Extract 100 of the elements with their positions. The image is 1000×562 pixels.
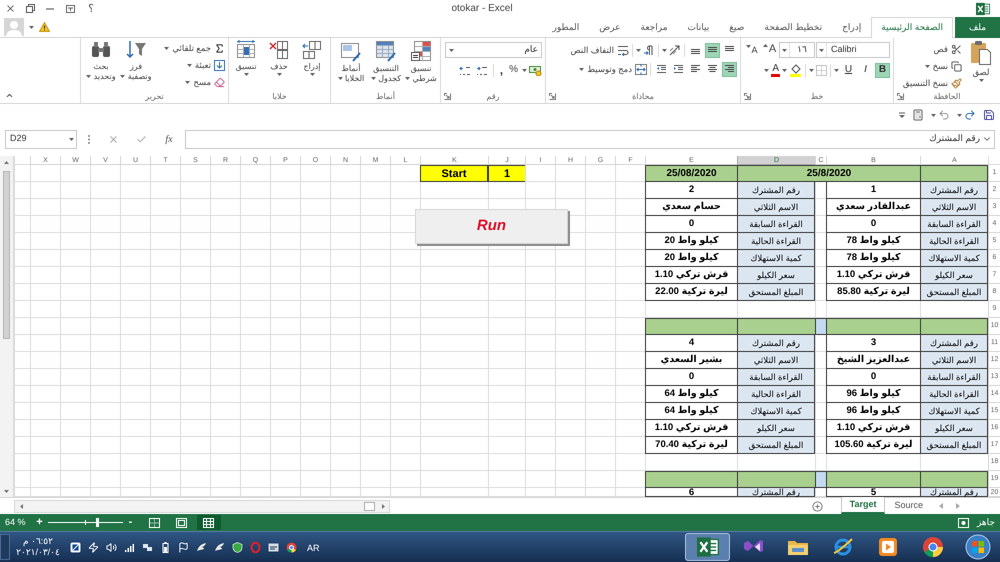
ribbon-tab[interactable]: المطور (542, 17, 590, 38)
decrease-decimal-icon (458, 64, 471, 76)
drag-handle-icon[interactable] (88, 134, 90, 144)
label-cell: القراءة السابقة (920, 369, 988, 386)
triangle-left-icon (20, 504, 22, 508)
sheet-tab[interactable]: Source (885, 497, 932, 514)
scrollbar-thumb[interactable] (3, 171, 10, 339)
run-button[interactable]: Run (415, 209, 568, 244)
text-direction-button[interactable] (636, 44, 655, 56)
caret-icon (68, 138, 74, 140)
slider-thumb[interactable] (96, 518, 100, 527)
formula-field[interactable]: رقم المشترك (185, 130, 995, 148)
ribbon-display-icon (66, 4, 74, 12)
merge-center-button[interactable]: دمج وتوسيط (579, 64, 647, 74)
grow-font-button[interactable]: A (761, 42, 778, 58)
ribbon-tab[interactable]: إدراج (832, 17, 872, 38)
warning-icon[interactable] (39, 22, 50, 32)
group-label: خط (810, 92, 824, 102)
percent-button[interactable]: % (508, 65, 519, 75)
number-format-field[interactable]: عام (445, 42, 542, 58)
caret-icon[interactable] (29, 26, 34, 28)
sheet-tab[interactable]: Target (840, 497, 886, 514)
insert-function-button[interactable]: fx (157, 130, 181, 148)
align-middle-button[interactable] (705, 42, 720, 58)
file-tab[interactable]: ملف (955, 17, 1000, 38)
name-box[interactable]: D29 (5, 130, 77, 148)
triangle-left-icon (938, 503, 942, 509)
caret-icon (448, 48, 454, 52)
header-cell (920, 471, 988, 488)
ribbon-tab[interactable]: مراجعة (630, 17, 678, 38)
sigma-icon (214, 42, 225, 54)
zoom-slider[interactable] (48, 518, 123, 527)
align-center-icon (707, 64, 718, 74)
find-select-button[interactable]: بحث وتحديد (85, 40, 117, 82)
ribbon-tab[interactable]: صيغ (719, 17, 754, 38)
help-button[interactable]: ؟ (80, 0, 102, 17)
tile-icon (70, 542, 81, 552)
align-left-icon (690, 64, 701, 74)
insert-button[interactable]: إدراج (297, 40, 327, 76)
ribbon-tab[interactable]: عرض (589, 17, 631, 38)
banknote-icon (529, 64, 542, 76)
copy-button[interactable]: نسخ (902, 58, 962, 74)
autosum-button[interactable]: جمع تلقائي (155, 40, 225, 56)
underline-button[interactable]: U (841, 62, 856, 78)
zoom-level: 64 % (5, 517, 26, 528)
cut-button[interactable]: قص (902, 41, 962, 57)
caret-icon (636, 48, 641, 52)
cell-styles-button[interactable]: أنماط الخلايا (335, 40, 367, 84)
zoom-out-button[interactable]: - (124, 517, 137, 528)
format-as-table-button[interactable]: التنسيق كجدول (370, 40, 402, 84)
shrink-font-button[interactable]: A (743, 42, 760, 58)
normal-view-button[interactable] (196, 515, 221, 530)
borders-button[interactable] (809, 64, 827, 76)
scrollbar-thumb[interactable] (364, 502, 375, 510)
ribbon-tab[interactable]: بيانات (678, 17, 720, 38)
comma-button[interactable]: , (498, 65, 506, 75)
triangle-right-icon (382, 504, 384, 508)
clear-button[interactable]: مسح (155, 74, 225, 90)
label-cell: القراءة الحالية (920, 386, 988, 403)
wrap-text-button[interactable]: التفاف النص (570, 44, 629, 56)
value-cell: 0 (645, 369, 737, 386)
bold-button[interactable]: B (875, 62, 890, 78)
caret-icon (782, 48, 787, 52)
launcher-icon[interactable] (548, 93, 556, 100)
conditional-format-icon (410, 40, 432, 62)
delete-button[interactable]: حذف (264, 40, 294, 76)
font-color-button[interactable]: A (764, 64, 780, 76)
clock-date: ٢٠٢١/٠٣/٠٤ (16, 547, 60, 558)
zoom-in-button[interactable]: + (34, 517, 46, 528)
minimize-icon (46, 8, 54, 10)
label-cell: رقم المشترك (920, 182, 988, 199)
ribbon-tab[interactable]: تخطيط الصفحة (754, 17, 832, 38)
ribbon-tab[interactable]: الصفحة الرئيسية (871, 17, 953, 38)
orientation-button[interactable] (662, 44, 681, 56)
italic-button[interactable]: I (858, 62, 873, 78)
format-painter-button[interactable]: نسخ التنسيق (902, 75, 962, 91)
font-size-field[interactable]: ١٦ (779, 42, 815, 58)
binoculars-icon (90, 40, 112, 60)
taskbar-button[interactable] (685, 533, 730, 561)
value-cell: عبدالعزيز الشيخ (826, 352, 920, 369)
sort-filter-button[interactable]: فرز وتصفية (120, 40, 152, 82)
speaker-icon (106, 542, 117, 552)
fill-button[interactable]: تعبئة (155, 57, 225, 73)
accounting-format-button[interactable] (522, 64, 542, 76)
font-name-field[interactable]: Calibri (816, 42, 890, 58)
value-cell: 3 (826, 335, 920, 352)
launcher-icon[interactable] (744, 93, 750, 100)
launcher-icon[interactable] (444, 93, 450, 100)
launcher-icon[interactable] (896, 93, 904, 100)
caret-icon[interactable] (834, 68, 839, 72)
ring-icon (250, 542, 261, 552)
align-right-button[interactable] (722, 62, 737, 76)
language-indicator[interactable]: AR (307, 543, 320, 553)
delete-cells-icon (269, 40, 289, 60)
conditional-format-button[interactable]: تنسيق شرطي (405, 40, 437, 84)
fill-color-button[interactable] (782, 64, 802, 76)
paste-button[interactable]: لصق (965, 40, 997, 82)
format-button[interactable]: تنسيق (231, 40, 261, 76)
record-macro-icon[interactable] (958, 518, 969, 528)
label-cell: القراءة الحالية (737, 386, 815, 403)
